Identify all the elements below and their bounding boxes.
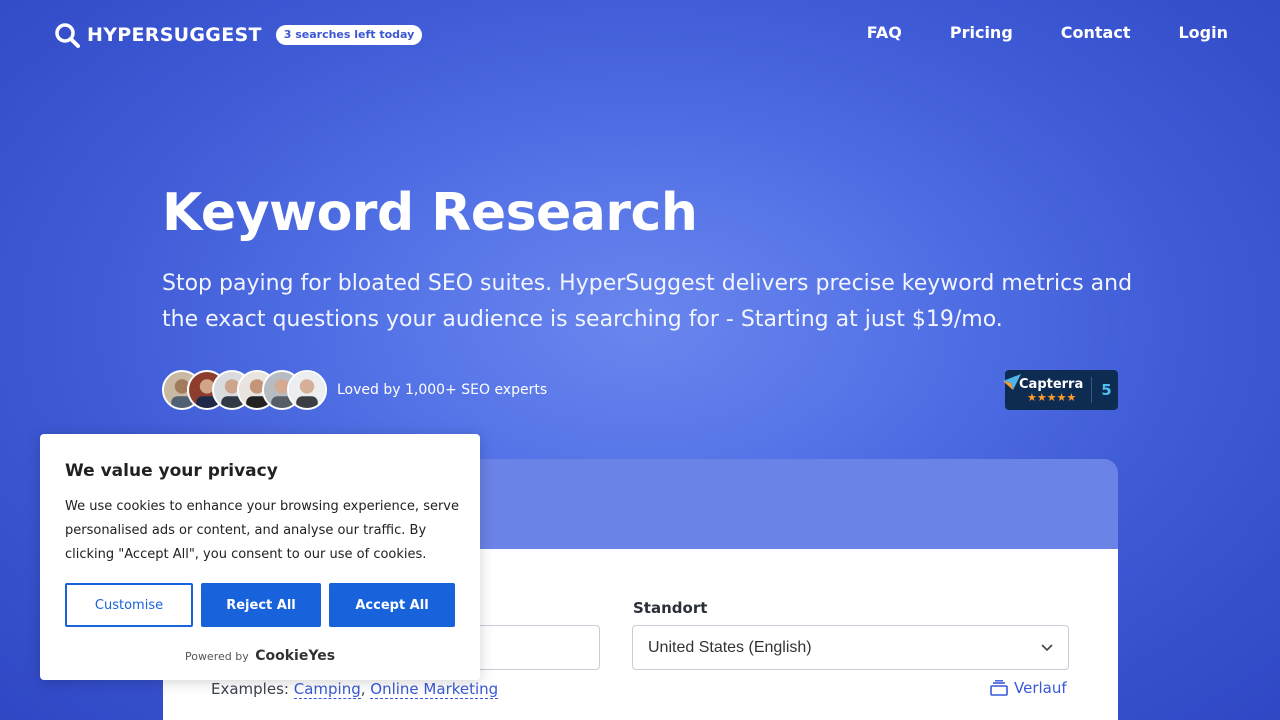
nav-contact[interactable]: Contact [1061,23,1131,42]
logo[interactable]: HYPERSUGGEST 3 searches left today [54,22,423,48]
history-label: Verlauf [1014,679,1067,697]
capterra-brand: Capterra ★★★★★ [1003,373,1084,404]
social-proof-text: Loved by 1,000+ SEO experts [337,382,548,398]
powered-by-label: Powered by [184,650,249,663]
chevron-down-icon [1041,644,1053,652]
logo-text: HYPERSUGGEST [87,24,262,46]
reject-all-button[interactable]: Reject All [201,583,321,627]
avatar [287,370,327,410]
site-header: HYPERSUGGEST 3 searches left today FAQ P… [0,0,1280,70]
powered-by: Powered by CookieYes [40,648,480,664]
main-nav: FAQ Pricing Contact Login [819,23,1228,42]
cookie-title: We value your privacy [65,461,278,481]
cookieyes-logo[interactable]: CookieYes [255,648,335,664]
avatar-group [162,370,327,410]
cookie-consent-dialog: We value your privacy We use cookies to … [40,434,480,680]
hero-subtitle: Stop paying for bloated SEO suites. Hype… [162,271,1133,332]
capterra-name: Capterra [1019,376,1084,392]
nav-pricing[interactable]: Pricing [950,23,1013,42]
nav-faq[interactable]: FAQ [867,23,902,42]
examples-label: Examples: [211,680,289,698]
star-rating-icon: ★★★★★ [1027,390,1077,404]
location-label: Standort [633,599,708,617]
cookie-text: We use cookies to enhance your browsing … [65,499,459,562]
searches-left-badge: 3 searches left today [275,25,423,45]
history-button[interactable]: Verlauf [990,679,1067,697]
capterra-badge[interactable]: Capterra ★★★★★ 5 [1003,370,1118,410]
history-icon [990,680,1008,696]
capterra-arrow-icon [1003,373,1021,390]
divider [1091,377,1093,403]
example-link-camping[interactable]: Camping [293,680,361,699]
location-select[interactable]: United States (English) [632,625,1069,670]
capterra-score: 5 [1101,381,1112,399]
search-logo-icon [55,23,80,48]
example-link-online-marketing[interactable]: Online Marketing [370,680,499,699]
location-value: United States (English) [648,638,812,656]
accept-all-button[interactable]: Accept All [329,583,455,627]
nav-login[interactable]: Login [1178,23,1228,42]
customise-button[interactable]: Customise [65,583,193,627]
examples: Examples: Camping, Online Marketing [211,680,499,699]
social-proof: Loved by 1,000+ SEO experts [162,370,547,410]
page-title: Keyword Research [162,183,698,243]
